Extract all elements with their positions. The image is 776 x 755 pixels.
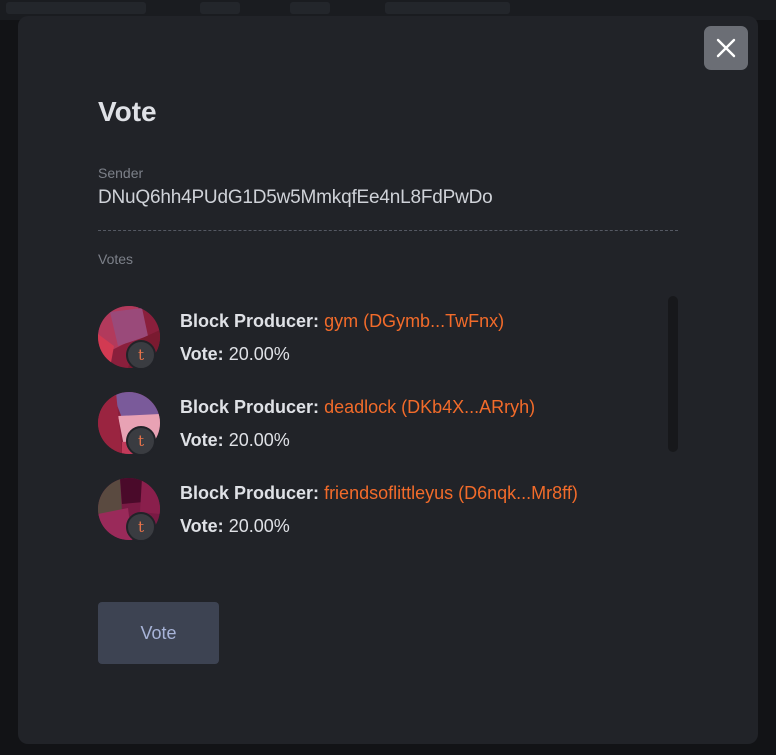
modal-title: Vote: [98, 96, 157, 127]
background-tab: [385, 2, 510, 14]
producer-label: Block Producer:: [180, 311, 320, 331]
producer-label: Block Producer:: [180, 483, 320, 503]
vote-button[interactable]: Vote: [98, 602, 219, 664]
producer-link[interactable]: friendsoflittleyus (D6nqk...Mr8ff): [324, 483, 578, 503]
vote-label: Vote:: [180, 344, 224, 364]
producer-avatar: t: [98, 306, 160, 370]
token-badge: t: [126, 512, 156, 542]
vote-item: t Block Producer: friendsoflittleyus (D6…: [98, 468, 658, 542]
vote-percent: 20.00%: [228, 430, 290, 450]
producer-link[interactable]: gym (DGymb...TwFnx): [324, 311, 504, 331]
close-button[interactable]: [704, 26, 748, 70]
token-badge: t: [126, 426, 156, 456]
close-icon: [716, 38, 736, 58]
vote-item: t Block Producer: gym (DGymb...TwFnx) Vo…: [98, 296, 658, 370]
vote-percent: 20.00%: [228, 344, 290, 364]
background-tab: [6, 2, 146, 14]
vote-modal: Vote Sender DNuQ6hh4PUdG1D5w5MmkqfEe4nL8…: [18, 16, 758, 744]
votes-scrollbar[interactable]: [668, 296, 678, 452]
sender-label: Sender: [98, 165, 144, 181]
background-tab: [290, 2, 330, 14]
producer-link[interactable]: deadlock (DKb4X...ARryh): [324, 397, 535, 417]
divider: [98, 230, 678, 231]
background-tab: [200, 2, 240, 14]
vote-label: Vote:: [180, 516, 224, 536]
vote-item: t Block Producer: deadlock (DKb4X...ARry…: [98, 382, 658, 456]
vote-percent: 20.00%: [228, 516, 290, 536]
votes-label: Votes: [98, 251, 134, 267]
producer-label: Block Producer:: [180, 397, 320, 417]
votes-list[interactable]: t Block Producer: gym (DGymb...TwFnx) Vo…: [98, 296, 658, 556]
producer-avatar: t: [98, 478, 160, 542]
producer-avatar: t: [98, 392, 160, 456]
token-badge: t: [126, 340, 156, 370]
vote-label: Vote:: [180, 430, 224, 450]
sender-address: DNuQ6hh4PUdG1D5w5MmkqfEe4nL8FdPwDo: [98, 187, 493, 208]
